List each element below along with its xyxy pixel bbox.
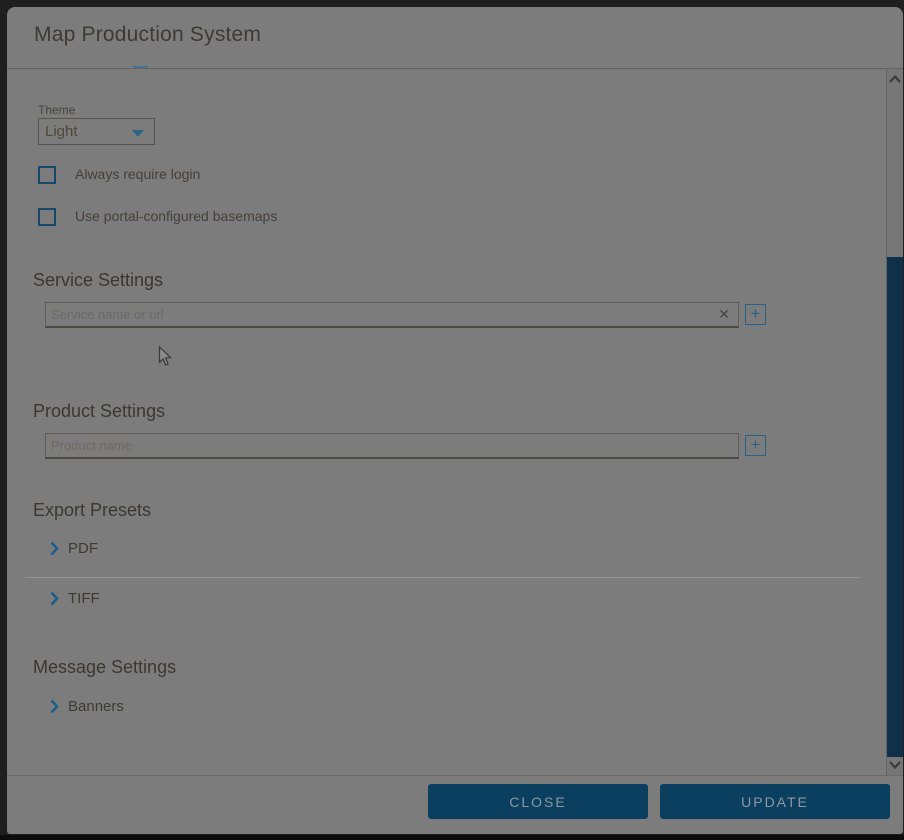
tiff-preset-expander[interactable]: TIFF: [50, 590, 100, 607]
close-button[interactable]: CLOSE: [428, 784, 648, 819]
service-settings-heading: Service Settings: [33, 270, 163, 291]
export-presets-heading: Export Presets: [33, 500, 151, 521]
chevron-right-icon: [50, 591, 59, 606]
update-button[interactable]: UPDATE: [660, 784, 890, 819]
always-require-login-checkbox[interactable]: [38, 166, 56, 184]
product-input-wrap: [45, 433, 739, 459]
chevron-right-icon: [50, 699, 59, 714]
theme-label: Theme: [38, 103, 75, 117]
scrollbar-thumb[interactable]: [887, 257, 903, 757]
chevron-down-icon: [132, 130, 144, 137]
screen: Map Production System Theme Light Always…: [0, 0, 904, 840]
service-input-wrap: ✕: [45, 302, 739, 328]
header-divider: [7, 68, 903, 69]
tiff-preset-label: TIFF: [68, 590, 100, 607]
product-name-input[interactable]: [46, 434, 738, 457]
portal-basemaps-label: Use portal-configured basemaps: [75, 208, 277, 224]
add-product-button[interactable]: +: [745, 435, 766, 456]
theme-select[interactable]: Light: [38, 118, 155, 145]
scroll-down-icon[interactable]: [888, 760, 902, 770]
pdf-preset-expander[interactable]: PDF: [50, 540, 98, 557]
clear-icon[interactable]: ✕: [718, 306, 730, 322]
pdf-preset-label: PDF: [68, 540, 98, 557]
always-require-login-label: Always require login: [75, 166, 200, 182]
add-service-button[interactable]: +: [745, 304, 766, 325]
service-name-input[interactable]: [46, 303, 738, 326]
footer-divider: [7, 775, 903, 776]
mouse-cursor-icon: [158, 346, 173, 367]
preset-divider: [25, 577, 861, 578]
chevron-right-icon: [50, 541, 59, 556]
portal-basemaps-checkbox[interactable]: [38, 208, 56, 226]
product-settings-heading: Product Settings: [33, 401, 165, 422]
banners-label: Banners: [68, 698, 124, 715]
dialog-title: Map Production System: [34, 23, 261, 47]
window-bottom-edge: [0, 835, 904, 840]
settings-dialog: Map Production System Theme Light Always…: [7, 7, 903, 834]
banners-expander[interactable]: Banners: [50, 698, 124, 715]
theme-selected-value: Light: [45, 123, 78, 140]
message-settings-heading: Message Settings: [33, 657, 176, 678]
scroll-up-icon[interactable]: [888, 74, 902, 84]
